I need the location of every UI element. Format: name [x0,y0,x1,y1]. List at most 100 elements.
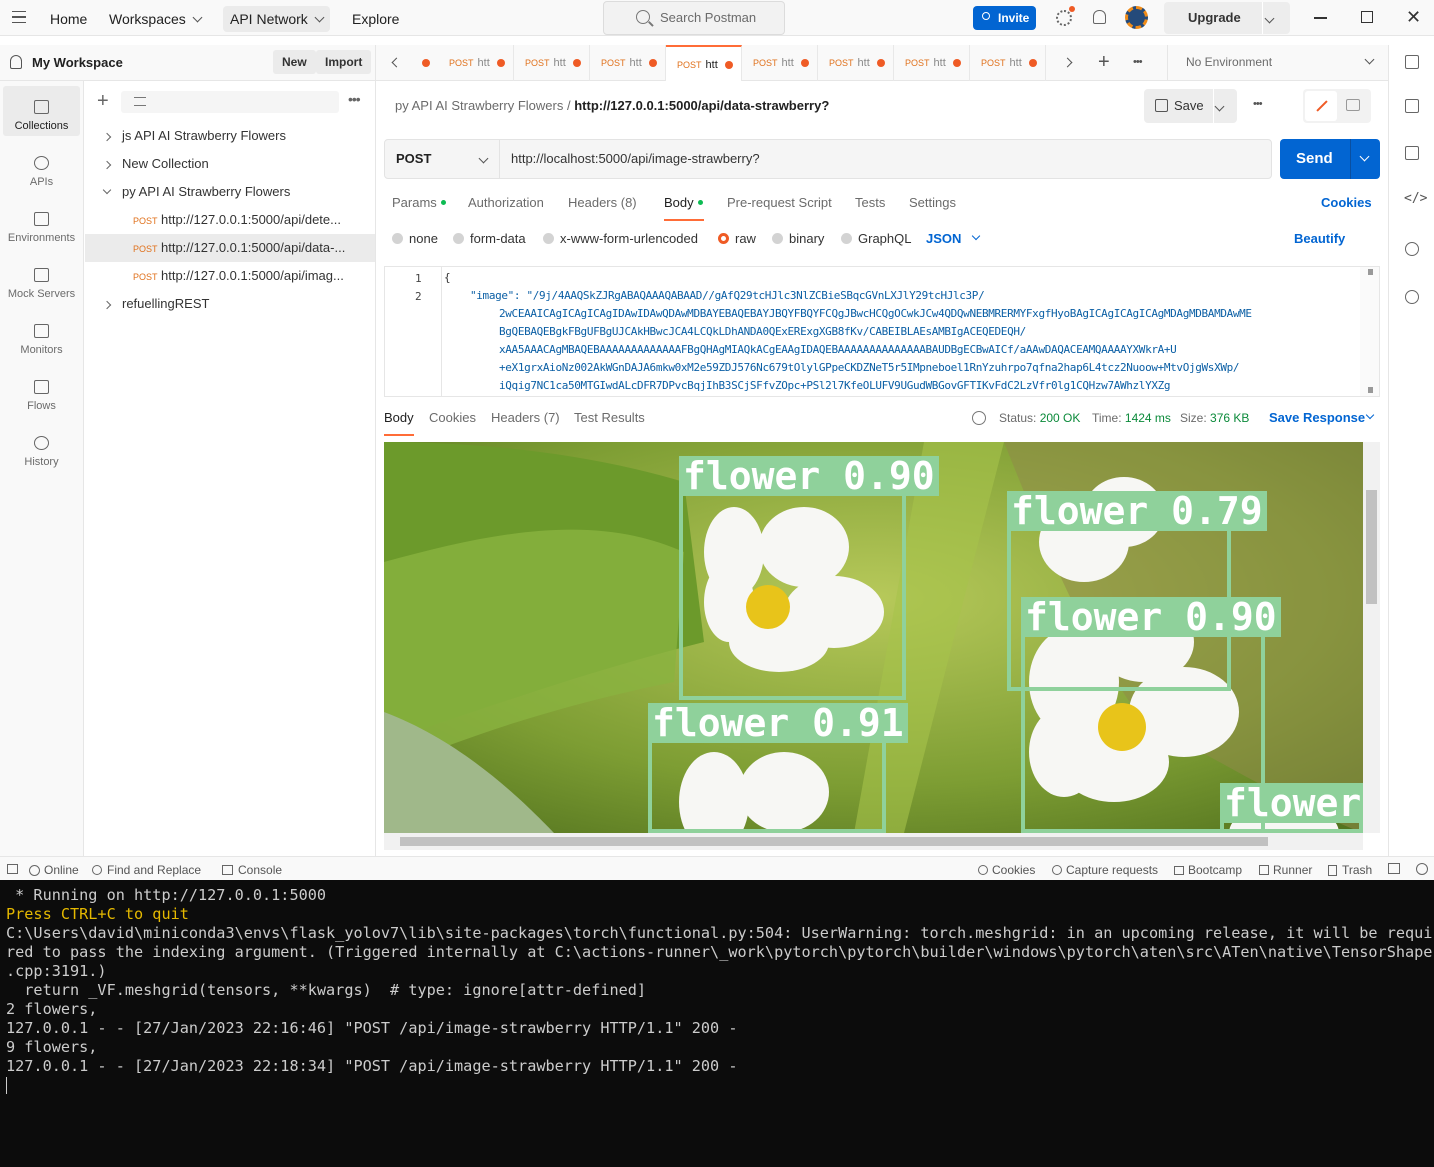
new-button[interactable]: New [273,50,316,74]
more-icon[interactable]: ••• [1253,98,1263,110]
nav-explore[interactable]: Explore [345,6,406,32]
environment-select[interactable]: No Environment [1186,54,1375,69]
terminal[interactable]: * Running on http://127.0.0.1:5000 Press… [0,880,1434,1167]
rail-apis[interactable]: APIs [3,142,80,192]
layout-icon[interactable] [1388,863,1400,874]
environment-quicklook-icon[interactable] [1405,55,1419,69]
format-select[interactable]: JSON [926,231,981,246]
request-tab[interactable]: POST htt [818,45,894,81]
tab-tests[interactable]: Tests [855,195,885,210]
collection-item[interactable]: py API AI Strawberry Flowers [85,178,375,206]
upgrade-button[interactable]: Upgrade [1164,2,1290,34]
settings-icon[interactable] [1056,6,1075,26]
request-item[interactable]: POST http://127.0.0.1:5000/api/dete... [85,206,375,234]
tab-headers[interactable]: Headers (8) [568,195,637,210]
minimize-icon[interactable] [1314,17,1327,19]
editor-scrollbar[interactable] [1360,267,1379,396]
scroll-thumb[interactable] [400,837,1268,846]
nav-home[interactable]: Home [43,6,94,32]
filter-input[interactable] [121,91,339,113]
radio-raw[interactable]: raw [718,231,756,246]
horizontal-scrollbar[interactable] [384,833,1363,850]
chevron-down-icon[interactable] [1359,151,1370,162]
nav-api-network[interactable]: API Network [223,6,330,32]
response-tab-body[interactable]: Body [384,410,414,436]
close-icon[interactable]: ✕ [1406,8,1421,26]
response-tab-cookies[interactable]: Cookies [429,410,476,425]
menu-icon[interactable] [12,11,26,23]
console-toggle[interactable]: Console [222,863,282,877]
collection-item[interactable]: js API AI Strawberry Flowers [85,122,375,150]
send-button[interactable]: Send [1280,139,1380,179]
cookies-link[interactable]: Cookies [1321,195,1372,210]
runner[interactable]: Runner [1259,863,1312,877]
request-item[interactable]: POST http://127.0.0.1:5000/api/data-... [85,234,375,262]
nav-workspaces[interactable]: Workspaces [102,6,208,32]
trash[interactable]: Trash [1328,863,1372,877]
workspace-name[interactable]: My Workspace [32,55,123,70]
search-input[interactable]: Search Postman [603,1,785,35]
radio-binary[interactable]: binary [772,231,824,246]
save-button[interactable]: Save [1144,89,1237,123]
request-item[interactable]: POST http://127.0.0.1:5000/api/imag... [85,262,375,290]
request-tab[interactable]: POST htt [514,45,590,81]
rail-monitors[interactable]: Monitors [3,310,80,360]
more-icon[interactable]: ••• [348,91,361,107]
add-tab-icon[interactable]: + [1098,51,1110,74]
rail-history[interactable]: History [3,422,80,472]
tab-authorization[interactable]: Authorization [468,195,544,210]
code-editor[interactable]: 1 2 { "image": "/9j/4AAQSkZJRgABAQAAAQAB… [384,266,1380,397]
tab-settings[interactable]: Settings [909,195,956,210]
more-icon[interactable]: ••• [1133,56,1143,68]
response-tab-headers[interactable]: Headers (7) [491,410,560,425]
radio-urlencoded[interactable]: x-www-form-urlencoded [543,231,698,246]
response-size[interactable]: Size: 376 KB [1180,411,1249,425]
chevron-down-icon[interactable] [1264,13,1275,24]
tab-pre-request-script[interactable]: Pre-request Script [727,195,832,210]
response-time[interactable]: Time: 1424 ms [1092,411,1171,425]
rail-flows[interactable]: Flows [3,366,80,416]
bootcamp[interactable]: Bootcamp [1174,863,1242,877]
chevron-down-icon[interactable] [1214,101,1225,112]
tab-body[interactable]: Body [664,195,704,221]
request-tab[interactable]: POST htt [970,45,1046,81]
vertical-scrollbar[interactable] [1363,442,1380,833]
comment-icon[interactable] [1346,99,1360,111]
url-input[interactable]: http://localhost:5000/api/image-strawber… [511,140,760,178]
request-tab-active[interactable]: POST htt [666,45,742,81]
online-status[interactable]: Online [29,863,79,877]
help-icon[interactable] [1416,863,1428,875]
breadcrumb-parent[interactable]: py API AI Strawberry Flowers [395,98,563,113]
save-response-button[interactable]: Save Response [1269,410,1375,425]
find-replace[interactable]: Find and Replace [92,863,201,877]
capture-requests[interactable]: Capture requests [1052,863,1158,877]
chevron-right-icon[interactable] [1062,57,1073,68]
request-tab[interactable]: POST htt [742,45,818,81]
rail-environments[interactable]: Environments [3,198,80,248]
maximize-icon[interactable] [1361,11,1373,23]
request-tab[interactable]: POST htt [894,45,970,81]
edit-icon[interactable] [1305,91,1337,121]
add-icon[interactable]: + [97,91,109,111]
tab-params[interactable]: Params [392,195,446,210]
response-status[interactable]: Status: 200 OK [999,411,1080,425]
code-icon[interactable]: </> [1404,191,1427,206]
globe-icon[interactable] [972,411,986,425]
avatar[interactable] [1125,6,1148,29]
rail-collections[interactable]: Collections [3,86,80,136]
request-tab[interactable]: POST htt [438,45,514,81]
info-icon[interactable] [1405,242,1419,256]
comments-icon[interactable] [1405,146,1419,160]
radio-none[interactable]: none [392,231,438,246]
rail-mock-servers[interactable]: Mock Servers [3,254,80,304]
scroll-thumb[interactable] [1366,490,1377,604]
radio-graphql[interactable]: GraphQL [841,231,911,246]
bell-icon[interactable] [1093,10,1106,24]
method-select[interactable]: POST [385,140,500,178]
request-tab[interactable]: POST htt [590,45,666,81]
documentation-icon[interactable] [1405,99,1419,113]
request-title[interactable]: http://127.0.0.1:5000/api/data-strawberr… [574,98,829,113]
sidebar-toggle-icon[interactable] [7,864,18,874]
collection-item[interactable]: refuellingREST [85,290,375,318]
cookies-footer[interactable]: Cookies [978,863,1035,877]
